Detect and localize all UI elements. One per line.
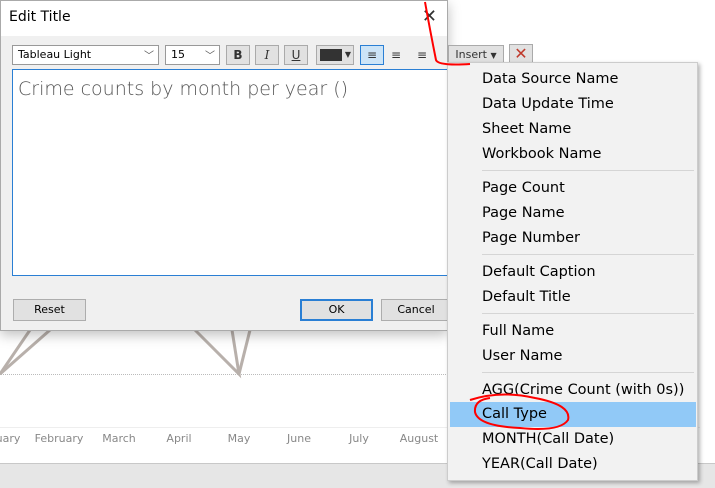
ok-button[interactable]: OK: [300, 299, 373, 321]
reference-line: [0, 374, 448, 375]
align-left-button[interactable]: ≡: [360, 45, 384, 65]
bold-button[interactable]: B: [226, 45, 250, 65]
menu-item[interactable]: YEAR(Call Date): [450, 452, 696, 477]
size-select[interactable]: 15 ﹀: [165, 45, 220, 65]
menu-item[interactable]: Sheet Name: [450, 117, 696, 142]
cancel-button[interactable]: Cancel: [381, 299, 451, 321]
x-label: April: [166, 432, 192, 445]
insert-menu: Data Source Name Data Update Time Sheet …: [447, 62, 698, 481]
menu-item[interactable]: Default Caption: [450, 260, 696, 285]
align-right-button[interactable]: ≡: [410, 45, 434, 65]
menu-item[interactable]: Workbook Name: [450, 142, 696, 167]
menu-item[interactable]: User Name: [450, 344, 696, 369]
menu-item[interactable]: Page Count: [450, 176, 696, 201]
menu-item[interactable]: Default Title: [450, 285, 696, 310]
x-label: July: [349, 432, 369, 445]
dropdown-icon: ▼: [344, 50, 351, 59]
separator: [482, 254, 694, 255]
menu-item[interactable]: Data Update Time: [450, 92, 696, 117]
menu-item[interactable]: Data Source Name: [450, 67, 696, 92]
separator: [482, 372, 694, 373]
underline-button[interactable]: U: [284, 45, 308, 65]
dropdown-icon: ▼: [490, 51, 497, 60]
font-select[interactable]: Tableau Light ﹀: [12, 45, 159, 65]
font-value: Tableau Light: [18, 48, 92, 61]
x-label: August: [399, 432, 439, 445]
x-label: May: [227, 432, 251, 445]
clear-button[interactable]: ✕: [509, 44, 533, 64]
menu-item[interactable]: MONTH(Call Date): [450, 427, 696, 452]
color-swatch: [320, 49, 342, 61]
close-icon[interactable]: ✕: [422, 6, 437, 27]
separator: [482, 170, 694, 171]
color-picker[interactable]: ▼: [316, 45, 354, 65]
x-label: March: [102, 432, 136, 445]
size-value: 15: [171, 48, 185, 61]
menu-item-highlighted[interactable]: Call Type: [450, 402, 696, 427]
title-bar: Edit Title ✕: [1, 1, 447, 36]
insert-label: Insert: [455, 48, 487, 61]
x-label: February: [34, 432, 84, 445]
dialog-title: Edit Title: [9, 9, 71, 25]
title-text-area[interactable]: Crime counts by month per year (): [12, 69, 448, 276]
x-label: June: [287, 432, 311, 445]
chevron-down-icon: ﹀: [144, 51, 154, 62]
italic-button[interactable]: I: [255, 45, 279, 65]
reset-button[interactable]: Reset: [13, 299, 86, 321]
menu-item[interactable]: Page Number: [450, 226, 696, 251]
chevron-down-icon: ﹀: [205, 51, 215, 62]
edit-title-dialog: Edit Title ✕ Tableau Light ﹀ 15 ﹀ B I U ▼ …: [0, 0, 504, 331]
menu-item[interactable]: AGG(Crime Count (with 0s)): [450, 378, 696, 403]
separator: [482, 313, 694, 314]
menu-item[interactable]: Page Name: [450, 201, 696, 226]
menu-item[interactable]: Full Name: [450, 319, 696, 344]
align-center-button[interactable]: ≡: [384, 45, 408, 65]
